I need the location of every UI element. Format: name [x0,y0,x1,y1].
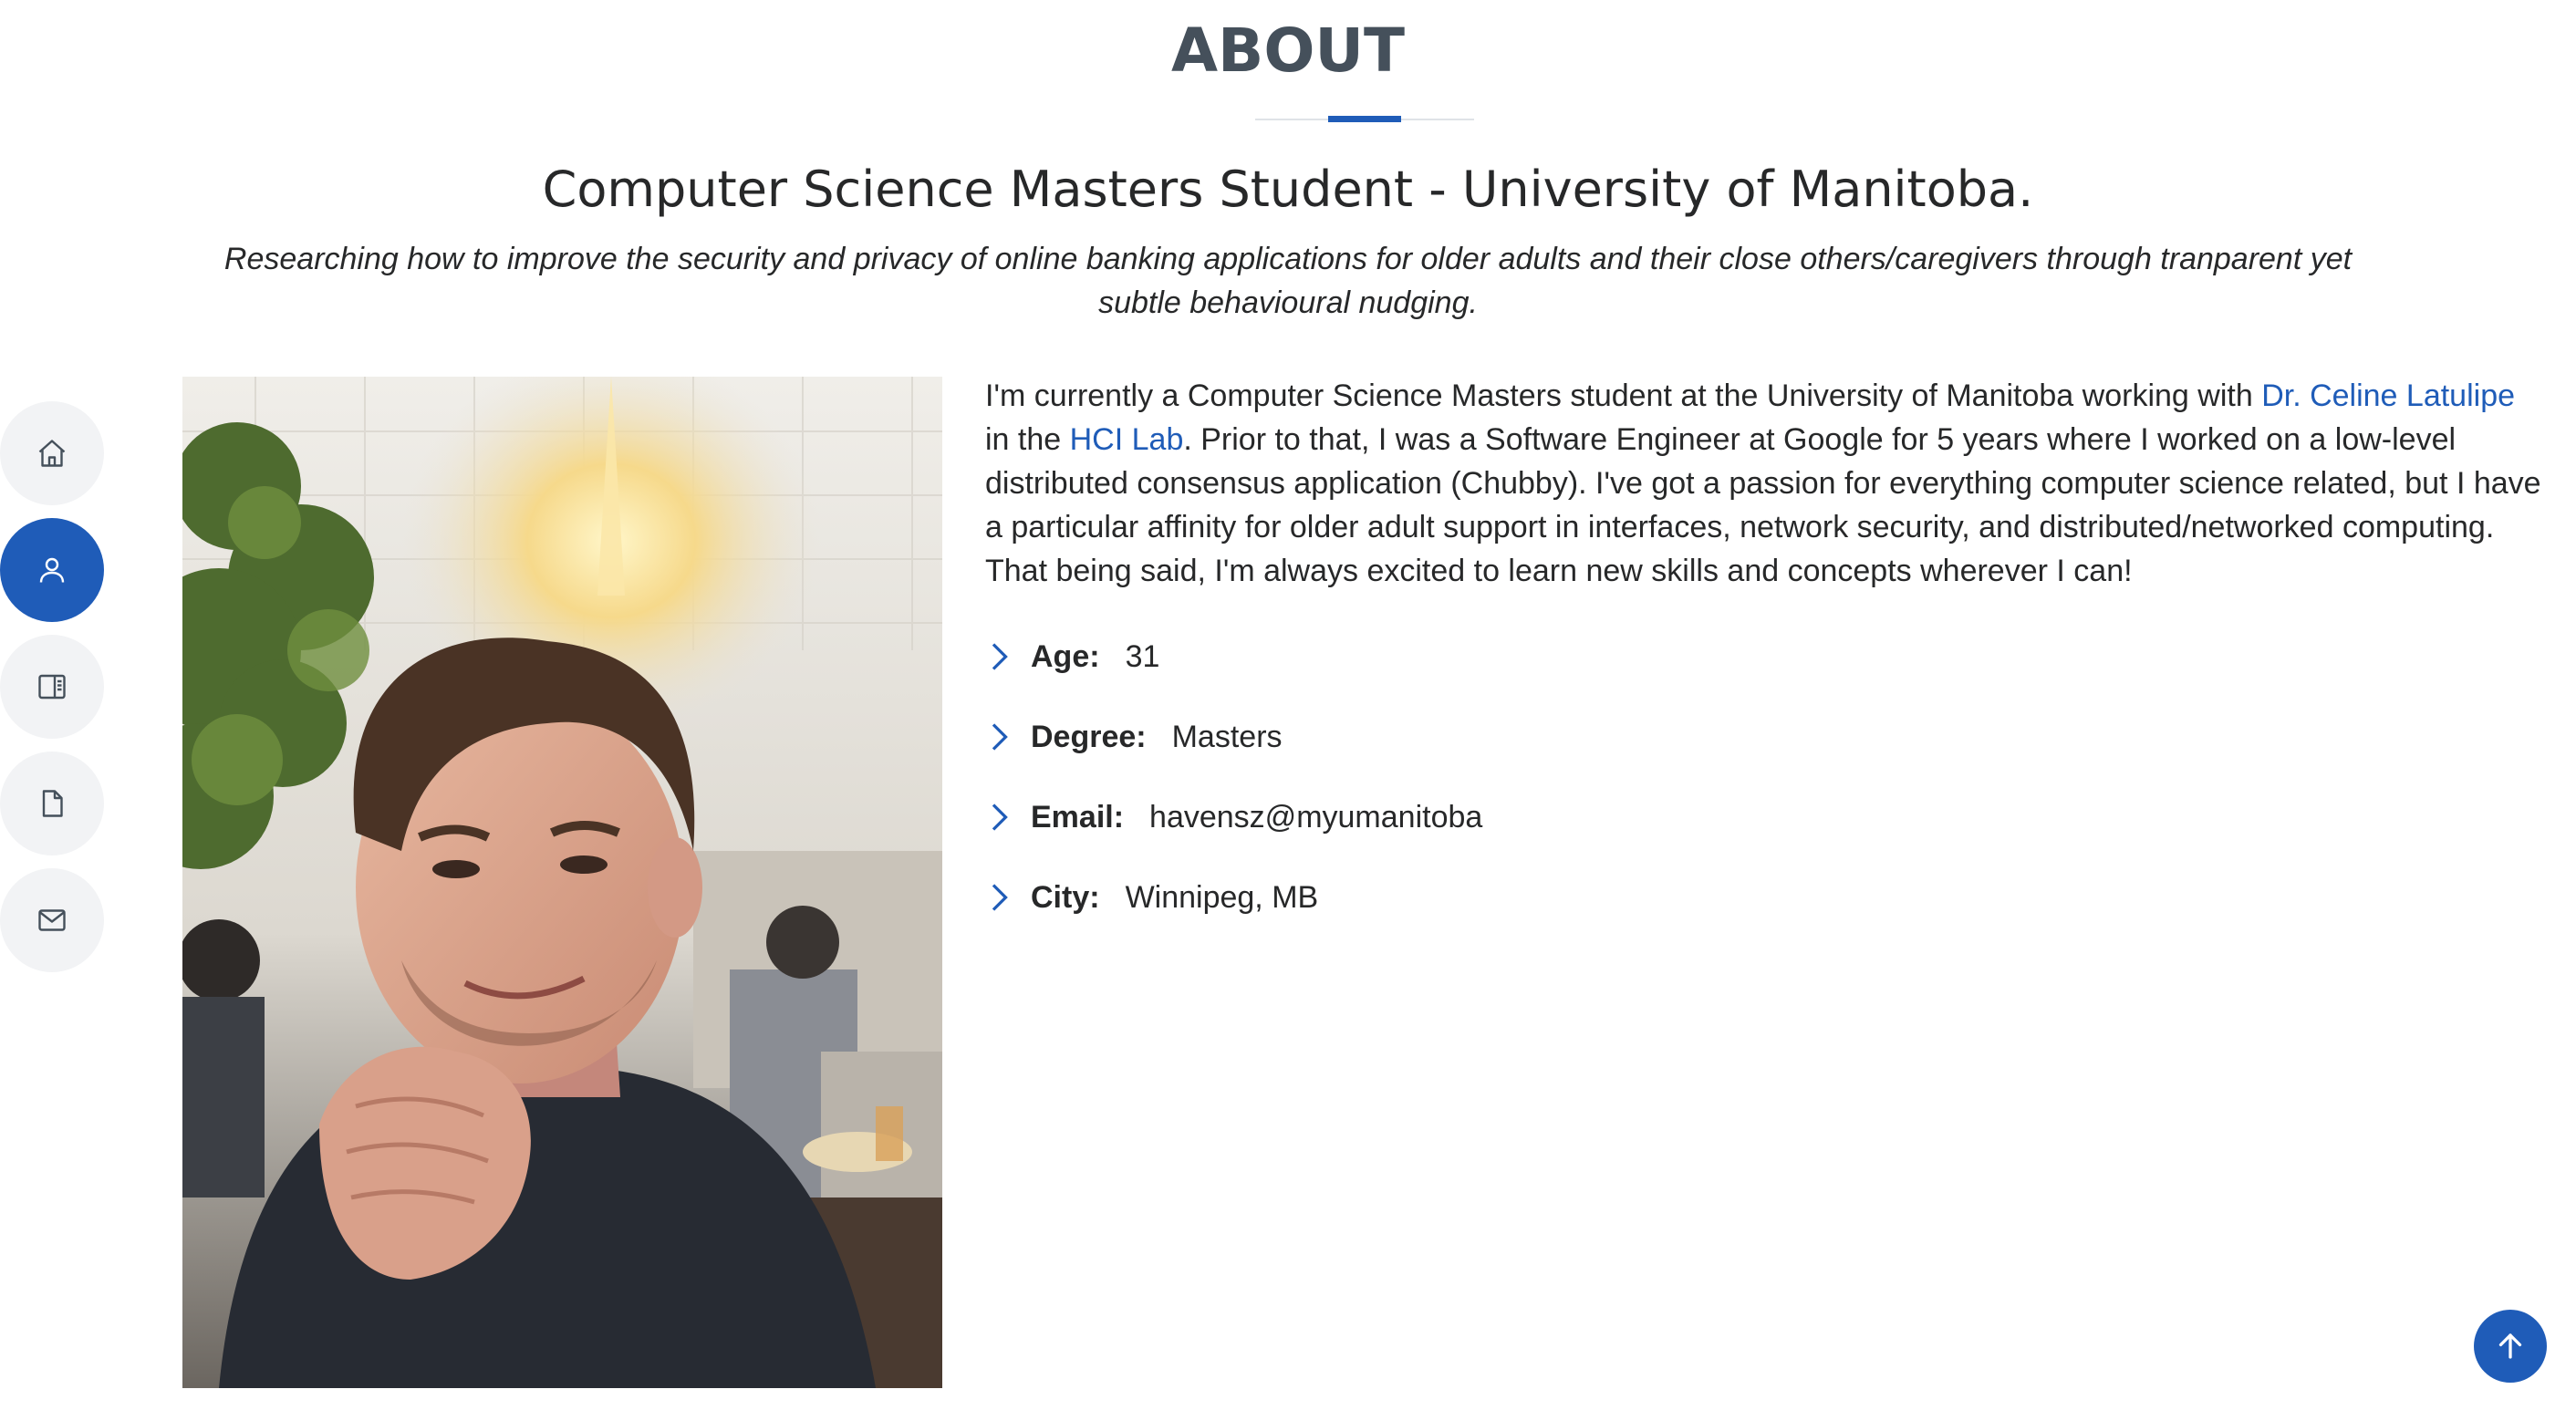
fact-value: Winnipeg, MB [1125,879,1319,915]
fact-label: Degree: [1031,719,1147,754]
fact-city: City: Winnipeg, MB [985,857,2545,938]
fact-age: Age: 31 [985,617,2545,697]
fact-value: 31 [1125,638,1160,674]
bio-text: . Prior to that, I was a Software Engine… [985,422,2541,588]
fact-value: Masters [1171,719,1283,754]
fact-degree: Degree: Masters [985,697,2545,777]
page-title: ABOUT [1170,16,1406,86]
fact-label: Age: [1031,638,1100,674]
nav-resume-button[interactable] [0,635,104,739]
fact-value: havensz@myumanitoba [1149,799,1483,835]
nav-about-button[interactable] [0,518,104,622]
envelope-icon [38,909,66,931]
headline: Computer Science Masters Student - Unive… [542,161,2034,218]
chevron-right-icon [992,643,1008,670]
about-content: I'm currently a Computer Science Masters… [985,374,2545,938]
section-title: ABOUT [0,13,2576,89]
back-to-top-button[interactable] [2474,1310,2547,1383]
hci-lab-link[interactable]: HCI Lab [1070,422,1184,457]
chevron-right-icon [992,884,1008,911]
facts-list: Age: 31 Degree: Masters Email: havensz@m… [985,617,2545,938]
bio-paragraph: I'm currently a Computer Science Masters… [985,374,2545,593]
arrow-up-icon [2498,1333,2522,1359]
book-icon [38,674,66,700]
bio-text: in the [985,422,1070,457]
home-icon [38,440,66,467]
advisor-link[interactable]: Dr. Celine Latulipe [2261,378,2515,413]
fact-label: Email: [1031,799,1125,835]
file-icon [42,790,63,817]
nav-contact-button[interactable] [0,868,104,972]
fact-email: Email: havensz@myumanitoba [985,777,2545,857]
title-divider-accent [1328,116,1401,122]
fact-label: City: [1031,879,1100,915]
profile-photo [182,377,942,1388]
nav-document-button[interactable] [0,752,104,855]
tagline: Researching how to improve the security … [223,242,2353,320]
person-icon [39,557,65,583]
profile-photo-image [182,377,942,1388]
nav-home-button[interactable] [0,401,104,505]
chevron-right-icon [992,803,1008,831]
chevron-right-icon [992,723,1008,751]
bio-text: I'm currently a Computer Science Masters… [985,378,2262,413]
